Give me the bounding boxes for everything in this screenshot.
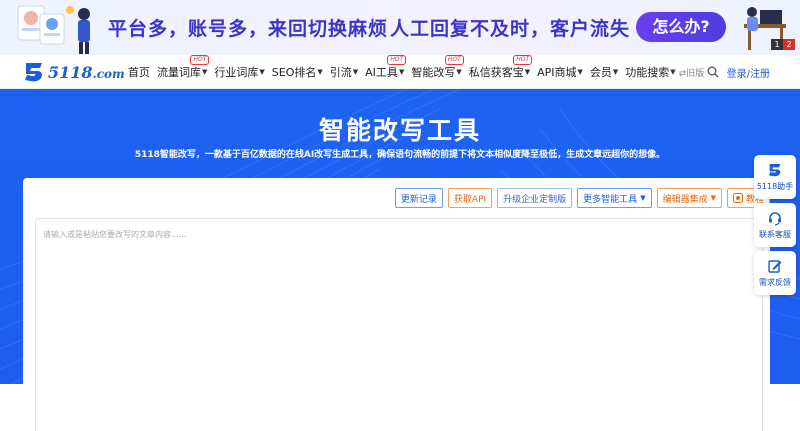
nav-item-seo-ranking[interactable]: SEO排名 ▼ — [272, 64, 323, 80]
feedback-button[interactable]: 需求反馈 — [754, 251, 796, 295]
page-subtitle: 5118智能改写，一款基于百亿数据的在线AI改写生成工具，确保语句流畅的前提下将… — [134, 150, 666, 160]
site-logo[interactable]: 5118.com — [22, 61, 125, 83]
customer-service-button[interactable]: 联系客服 — [754, 203, 796, 247]
enterprise-upgrade-button[interactable]: 升级企业定制版 — [497, 188, 573, 208]
page-title: 智能改写工具 — [318, 116, 481, 145]
ad-illustration-left-icon — [17, 5, 90, 54]
nav-right: 登录/注册 — [707, 55, 770, 89]
top-nav: 5118.com 首页 流量词库 ▼ HOT 行业词库 ▼ SEO排名 ▼ 引流 ▼ AI… — [0, 55, 800, 89]
headset-icon — [769, 212, 781, 226]
chevron-down-icon: ▼ — [317, 68, 323, 76]
ad-text-left: 平台多，账号多，来回切换麻烦 — [108, 18, 389, 40]
chevron-down-icon: ▼ — [577, 68, 583, 76]
assistant-label: 5118助手 — [756, 182, 794, 191]
nav-item-ai-tools[interactable]: AI工具 ▼ HOT — [365, 55, 407, 80]
chevron-down-icon: ▼ — [524, 68, 531, 76]
logo-mark-icon — [25, 63, 42, 82]
side-panel: 5118助手 联系客服 需求反馈 — [754, 155, 796, 299]
nav-item-industry-keywords[interactable]: 行业词库 ▼ — [214, 64, 264, 80]
ad-pager[interactable]: 1 2 — [771, 39, 795, 50]
chevron-down-icon: ▼ — [670, 68, 676, 76]
nav-item-traffic[interactable]: 引流 ▼ — [330, 64, 358, 80]
nav-item-membership[interactable]: 会员 ▼ — [590, 64, 618, 80]
hot-badge: HOT — [387, 55, 407, 65]
login-register-link[interactable]: 登录/注册 — [727, 65, 770, 80]
hot-badge: HOT — [444, 55, 464, 65]
history-button[interactable]: 更新记录 — [394, 188, 443, 208]
chevron-down-icon: ▼ — [456, 68, 462, 76]
ad-cta-button[interactable]: 怎么办? — [636, 12, 726, 42]
editor-card: 更新记录 获取API 升级企业定制版 更多智能工具 ▼ 编辑器集成 ▼ 教程 — [23, 178, 770, 431]
chevron-down-icon: ▼ — [202, 68, 208, 76]
page: 平台多，账号多，来回切换麻烦 人工回复不及时，客户流失 怎么办? 1 2 511… — [0, 0, 800, 431]
nav-item-feature-search[interactable]: 功能搜索 ▼ — [625, 64, 675, 80]
nav-item-home[interactable]: 首页 — [128, 64, 150, 80]
chevron-down-icon: ▼ — [640, 194, 646, 202]
article-input[interactable] — [36, 219, 762, 431]
chevron-down-icon: ▼ — [710, 194, 716, 202]
search-icon[interactable] — [707, 66, 719, 78]
logo-text: 5118.com — [48, 62, 125, 82]
chevron-down-icon: ▼ — [398, 68, 405, 76]
ad-text-right: 人工回复不及时，客户流失 — [390, 18, 631, 40]
ad-pager-1[interactable]: 1 — [771, 39, 783, 50]
hot-badge: HOT — [513, 55, 533, 65]
chevron-down-icon: ▼ — [612, 68, 619, 76]
assistant-button[interactable]: 5118助手 — [754, 155, 796, 199]
editor-integration-dropdown[interactable]: 编辑器集成 ▼ — [656, 188, 722, 208]
feedback-label: 需求反馈 — [759, 278, 791, 287]
chevron-down-icon: ▼ — [352, 68, 359, 76]
nav-item-smart-rewrite[interactable]: 智能改写 ▼ HOT — [411, 55, 464, 80]
nav-menu: 首页 流量词库 ▼ HOT 行业词库 ▼ SEO排名 ▼ 引流 ▼ AI工具 ▼ HOT 智能… — [128, 55, 704, 89]
nav-item-api-store[interactable]: API商城 ▼ — [537, 64, 583, 80]
ad-pager-2[interactable]: 2 — [783, 39, 795, 50]
edit-icon — [768, 260, 782, 273]
more-tools-dropdown[interactable]: 更多智能工具 ▼ — [577, 188, 652, 208]
assistant-logo-icon — [769, 164, 781, 177]
tutorial-icon — [732, 193, 743, 203]
hot-badge: HOT — [190, 55, 210, 65]
nav-item-traffic-keywords[interactable]: 流量词库 ▼ HOT — [157, 55, 210, 80]
article-editor[interactable] — [35, 218, 763, 431]
get-api-button[interactable]: 获取API — [447, 188, 493, 208]
ad-banner[interactable]: 平台多，账号多，来回切换麻烦 人工回复不及时，客户流失 怎么办? 1 2 — [0, 0, 800, 55]
old-version-link[interactable]: ⇄旧版 — [679, 66, 705, 79]
nav-item-private-message[interactable]: 私信获客宝 ▼ HOT — [469, 55, 533, 80]
editor-toolbar: 更新记录 获取API 升级企业定制版 更多智能工具 ▼ 编辑器集成 ▼ 教程 — [390, 188, 770, 208]
chevron-down-icon: ▼ — [259, 68, 265, 76]
customer-service-label: 联系客服 — [759, 230, 791, 239]
